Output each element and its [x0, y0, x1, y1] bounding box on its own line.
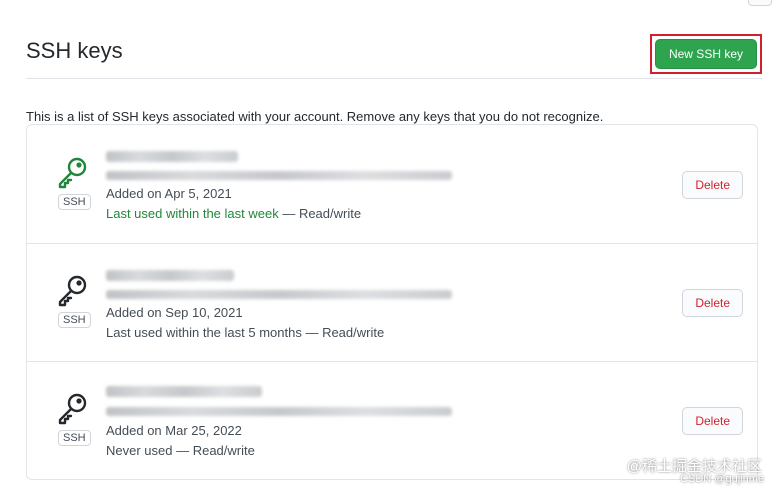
- ssh-badge: SSH: [58, 312, 91, 328]
- redacted-fingerprint: [106, 407, 452, 416]
- key-last-used: Never used: [106, 443, 173, 458]
- key-added-date: Added on Sep 10, 2021: [106, 305, 243, 320]
- ssh-badge: SSH: [58, 430, 91, 446]
- key-last-used: Last used within the last week: [106, 206, 279, 221]
- key-usage: Last used within the last 5 months — Rea…: [106, 325, 384, 340]
- key-added-date: Added on Apr 5, 2021: [106, 186, 232, 201]
- ssh-key-row: SSH Added on Sep 10, 2021 Last used with…: [27, 243, 757, 362]
- key-icon: [58, 157, 87, 189]
- key-access: — Read/write: [172, 443, 255, 458]
- delete-key-button[interactable]: Delete: [682, 289, 743, 317]
- section-header: SSH keys New SSH key: [26, 30, 762, 79]
- new-key-highlight: New SSH key: [649, 34, 762, 74]
- ssh-badge: SSH: [58, 194, 91, 210]
- ssh-key-row: SSH Added on Apr 5, 2021 Last used withi…: [27, 125, 757, 244]
- redacted-fingerprint: [106, 290, 452, 299]
- intro-text: This is a list of SSH keys associated wi…: [26, 109, 604, 124]
- key-usage: Last used within the last week — Read/wr…: [106, 206, 361, 221]
- page-title: SSH keys: [26, 38, 123, 63]
- key-icon: [58, 393, 87, 425]
- delete-key-button[interactable]: Delete: [682, 407, 743, 435]
- key-icon: [58, 275, 87, 307]
- ssh-key-list: SSH Added on Apr 5, 2021 Last used withi…: [26, 124, 758, 480]
- watermark-sub: CSDN @gujinme: [680, 473, 764, 485]
- key-added-date: Added on Mar 25, 2022: [106, 423, 242, 438]
- key-last-used: Last used within the last 5 months: [106, 325, 302, 340]
- new-ssh-key-button[interactable]: New SSH key: [654, 39, 757, 69]
- redacted-key-title: [106, 151, 238, 162]
- redacted-fingerprint: [106, 171, 452, 180]
- key-usage: Never used — Read/write: [106, 443, 255, 458]
- redacted-key-title: [106, 386, 262, 397]
- key-access: — Read/write: [278, 206, 362, 221]
- redacted-key-title: [106, 270, 234, 281]
- delete-key-button[interactable]: Delete: [682, 171, 743, 199]
- top-corner-control[interactable]: [748, 0, 772, 6]
- ssh-keys-page: SSH keys New SSH key This is a list of S…: [0, 0, 778, 491]
- key-access: — Read/write: [301, 325, 385, 340]
